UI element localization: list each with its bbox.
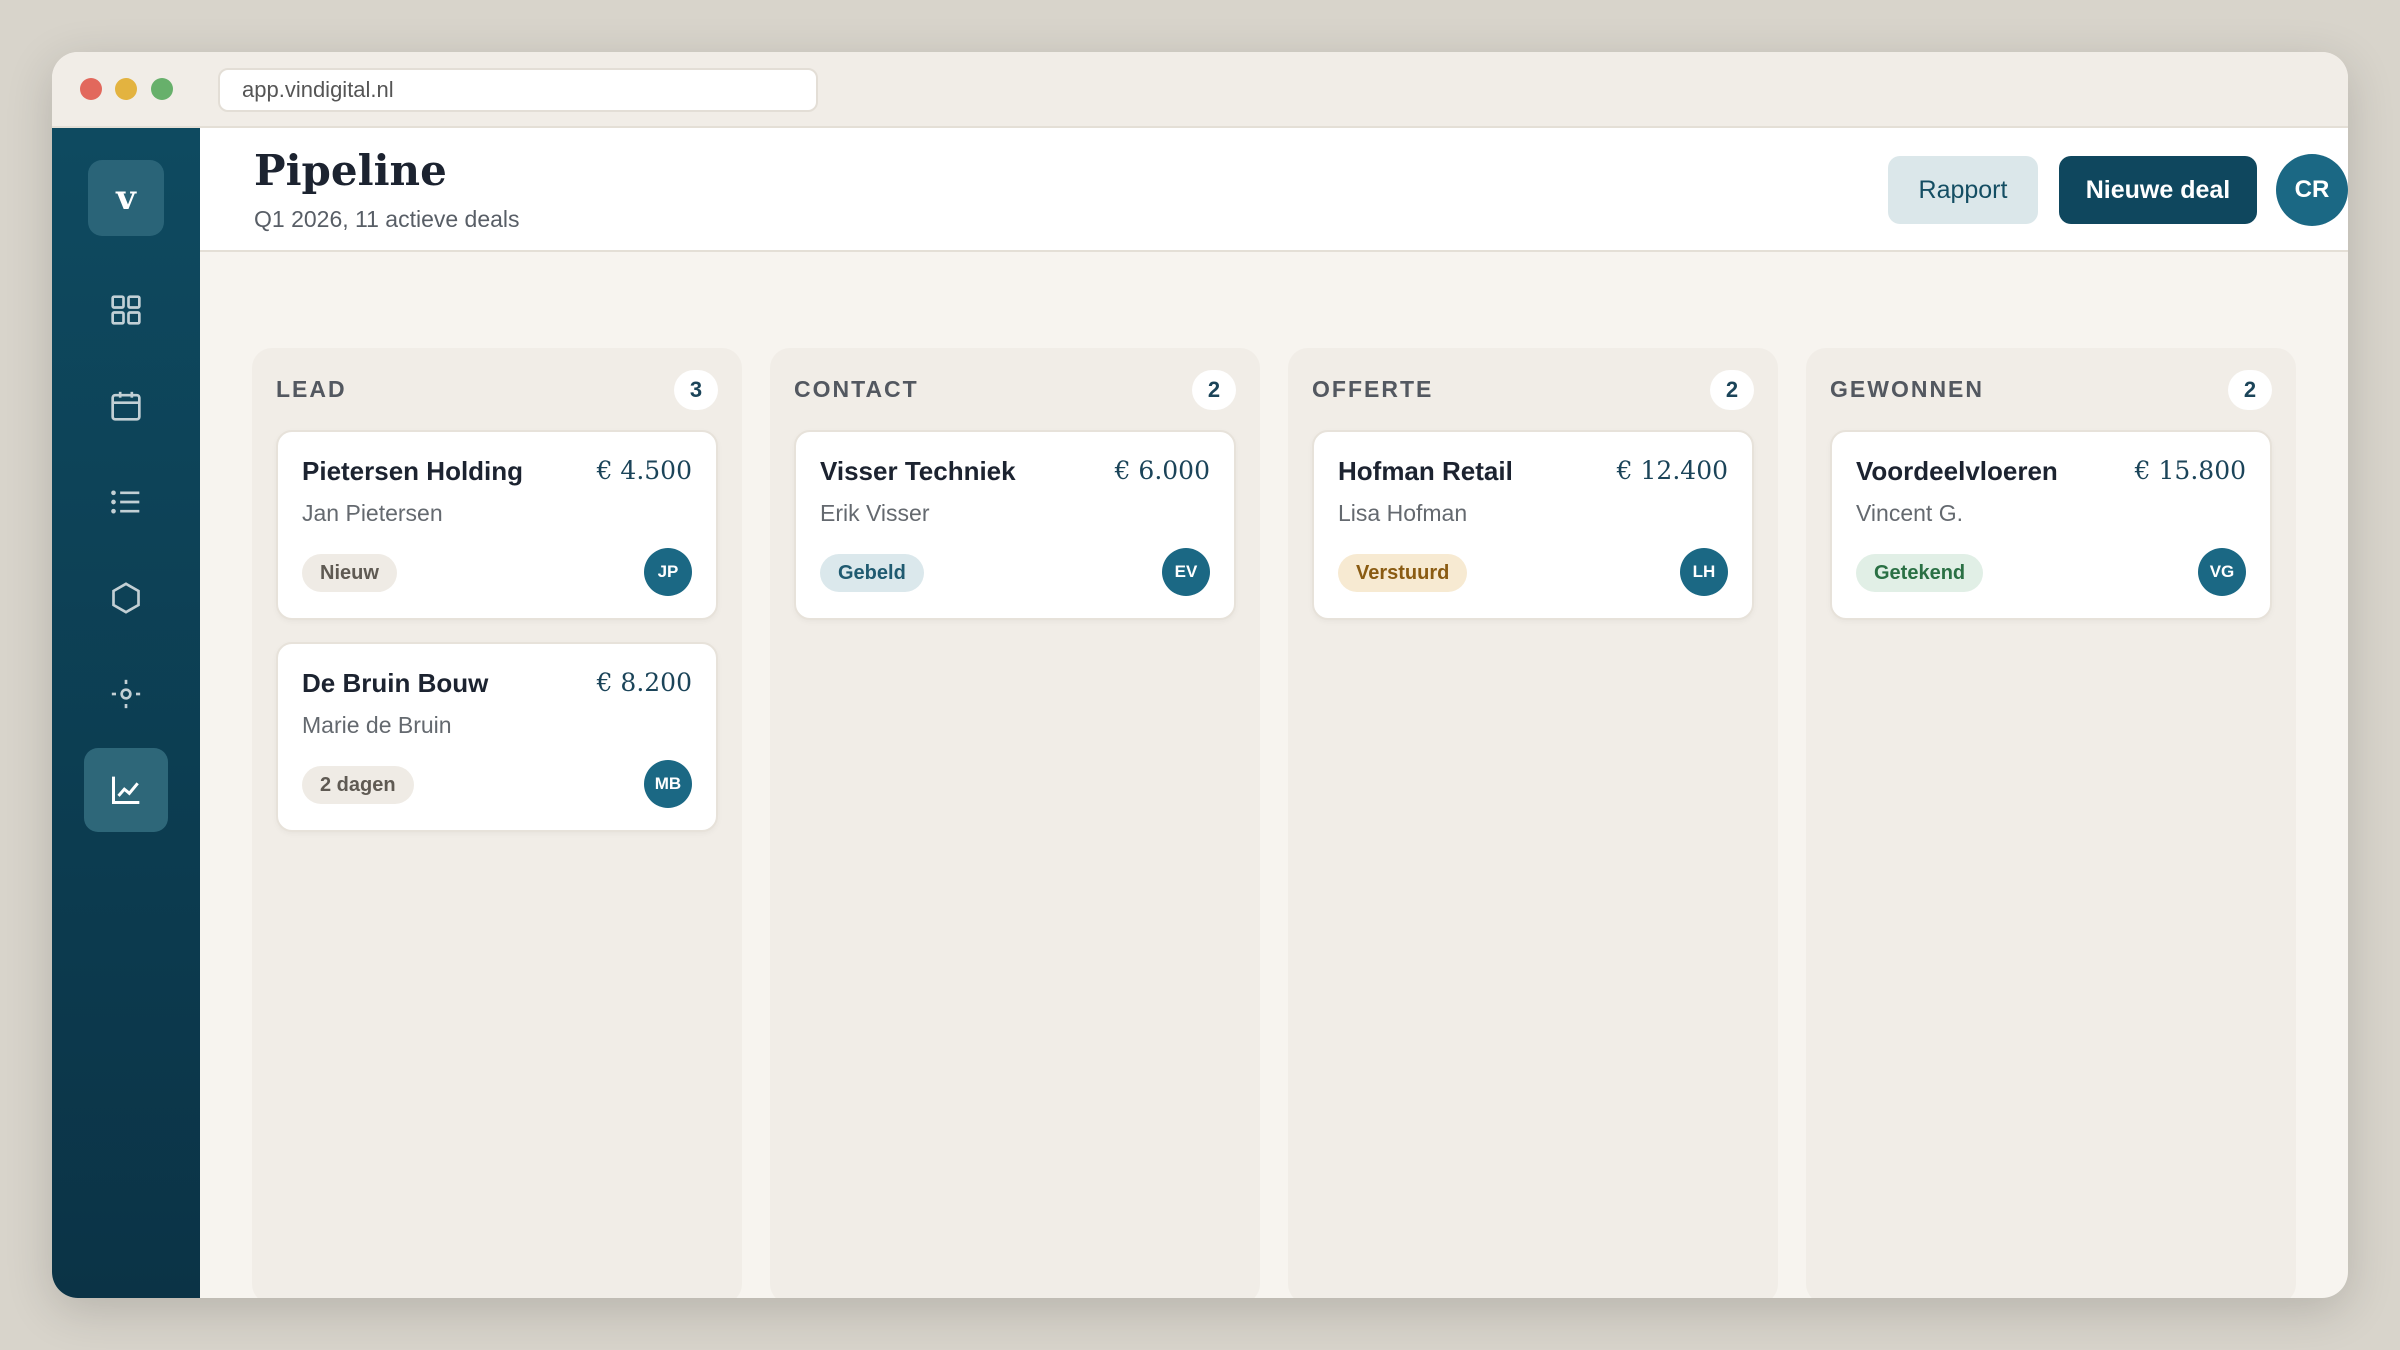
url-bar[interactable]: app.vindigital.nl xyxy=(218,68,818,112)
deal-value: € 12.400 xyxy=(1616,456,1728,485)
avatar: EV xyxy=(1162,548,1210,596)
page-header: Pipeline Q1 2026, 11 actieve deals Rappo… xyxy=(200,128,2348,252)
calendar-icon xyxy=(111,391,141,421)
column-title: GEWONNEN xyxy=(1830,376,1984,402)
deal-value: € 6.000 xyxy=(1114,456,1210,485)
column-count-badge: 2 xyxy=(1192,370,1236,410)
grid-icon xyxy=(111,295,141,325)
status-badge: Gebeld xyxy=(820,554,924,592)
column-count-badge: 2 xyxy=(2228,370,2272,410)
sidebar-item-dashboard[interactable] xyxy=(84,268,168,352)
pipeline-column-lead: LEAD 3 Pietersen Holding € 4.500 Jan Pie… xyxy=(252,348,742,1298)
status-badge: Getekend xyxy=(1856,554,1984,592)
status-badge: Verstuurd xyxy=(1338,554,1468,592)
close-window-button[interactable] xyxy=(80,78,102,100)
column-count-badge: 2 xyxy=(1710,370,1754,410)
deal-card[interactable]: Voordeelvloeren € 15.800 Vincent G. Gete… xyxy=(1830,430,2272,620)
hexagon-icon xyxy=(112,582,140,614)
deal-card[interactable]: Hofman Retail € 12.400 Lisa Hofman Verst… xyxy=(1312,430,1754,620)
column-title: CONTACT xyxy=(794,376,919,402)
deal-name: De Bruin Bouw xyxy=(302,668,489,698)
deal-card[interactable]: Pietersen Holding € 4.500 Jan Pietersen … xyxy=(276,430,718,620)
deal-name: Visser Techniek xyxy=(820,456,1016,486)
avatar: MB xyxy=(644,760,692,808)
deal-contact: Jan Pietersen xyxy=(302,500,443,526)
column-count-badge: 3 xyxy=(674,370,718,410)
sidebar-item-products[interactable] xyxy=(84,556,168,640)
app-logo[interactable]: v xyxy=(88,160,164,236)
main-content: Pipeline Q1 2026, 11 actieve deals Rappo… xyxy=(200,128,2348,1298)
deal-value: € 4.500 xyxy=(596,456,692,485)
deal-card[interactable]: Visser Techniek € 6.000 Erik Visser Gebe… xyxy=(794,430,1236,620)
avatar: JP xyxy=(644,548,692,596)
deal-contact: Vincent G. xyxy=(1856,500,1963,526)
sidebar-item-analytics[interactable] xyxy=(84,748,168,832)
deal-card[interactable]: De Bruin Bouw € 8.200 Marie de Bruin 2 d… xyxy=(276,642,718,832)
browser-window: app.vindigital.nl v Pipeline Q1 2026, 11… xyxy=(52,52,2348,1298)
deal-name: Pietersen Holding xyxy=(302,456,524,486)
user-avatar[interactable]: CR xyxy=(2276,154,2348,226)
maximize-window-button[interactable] xyxy=(151,78,173,100)
chart-icon xyxy=(112,776,140,804)
page-subtitle: Q1 2026, 11 actieve deals xyxy=(254,206,520,232)
page-title: Pipeline xyxy=(254,146,447,195)
pipeline-column-contact: CONTACT 2 Visser Techniek € 6.000 Erik V… xyxy=(770,348,1260,1298)
new-deal-button[interactable]: Nieuwe deal xyxy=(2059,156,2257,224)
avatar: LH xyxy=(1680,548,1728,596)
column-title: LEAD xyxy=(276,376,347,402)
deal-contact: Marie de Bruin xyxy=(302,712,452,738)
sidebar: v xyxy=(52,128,200,1298)
report-button[interactable]: Rapport xyxy=(1888,156,2038,224)
sidebar-item-calendar[interactable] xyxy=(84,364,168,448)
avatar: VG xyxy=(2198,548,2246,596)
pipeline-column-offerte: OFFERTE 2 Hofman Retail € 12.400 Lisa Ho… xyxy=(1288,348,1778,1298)
pipeline-column-gewonnen: GEWONNEN 2 Voordeelvloeren € 15.800 Vinc… xyxy=(1806,348,2296,1298)
status-badge: 2 dagen xyxy=(302,766,414,804)
deal-contact: Lisa Hofman xyxy=(1338,500,1468,526)
status-badge: Nieuw xyxy=(302,554,397,592)
minimize-window-button[interactable] xyxy=(115,78,137,100)
column-title: OFFERTE xyxy=(1312,376,1434,402)
deal-value: € 15.800 xyxy=(2134,456,2246,485)
sidebar-item-list[interactable] xyxy=(84,460,168,544)
deal-name: Hofman Retail xyxy=(1338,456,1513,486)
sidebar-item-settings[interactable] xyxy=(84,652,168,736)
titlebar: app.vindigital.nl xyxy=(52,52,2348,128)
list-icon xyxy=(111,490,140,514)
crosshair-icon xyxy=(111,679,141,709)
deal-value: € 8.200 xyxy=(596,668,692,697)
deal-name: Voordeelvloeren xyxy=(1856,456,2058,486)
deal-contact: Erik Visser xyxy=(820,500,930,526)
